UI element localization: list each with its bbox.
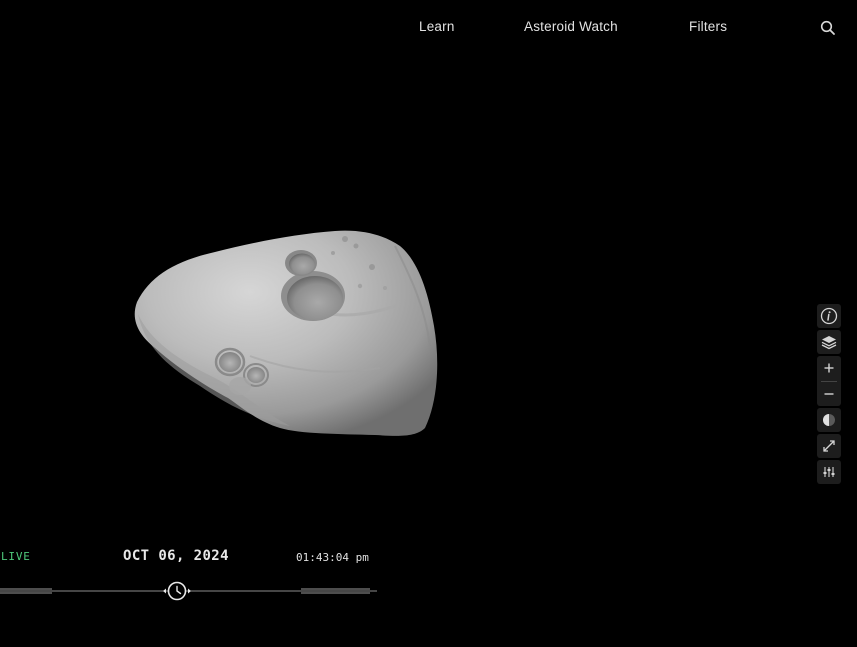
nav-filters[interactable]: Filters xyxy=(689,19,727,34)
info-button[interactable] xyxy=(817,304,841,328)
fullscreen-icon xyxy=(823,440,835,452)
lighting-button[interactable] xyxy=(817,408,841,432)
zoom-out-icon xyxy=(824,393,834,395)
time-display: 01:43:04 pm xyxy=(296,551,369,564)
nav-asteroid-watch[interactable]: Asteroid Watch xyxy=(524,19,618,34)
settings-sliders-icon xyxy=(823,467,835,477)
zoom-controls xyxy=(817,356,841,406)
search-icon xyxy=(820,20,835,35)
zoom-in-icon xyxy=(824,363,834,373)
zoom-in-button[interactable] xyxy=(817,356,841,380)
nav-learn[interactable]: Learn xyxy=(419,19,455,34)
layers-icon xyxy=(821,336,837,350)
info-icon xyxy=(820,307,838,325)
live-button[interactable]: LIVE xyxy=(1,550,31,563)
eyes-on-asteroids-app: Learn Asteroid Watch Filters LIVE OCT 06… xyxy=(0,0,857,647)
date-display: OCT 06, 2024 xyxy=(123,548,229,564)
zoom-out-button[interactable] xyxy=(817,382,841,406)
layers-button[interactable] xyxy=(817,330,841,354)
top-navigation: Learn Asteroid Watch Filters xyxy=(0,0,857,56)
settings-button[interactable] xyxy=(817,460,841,484)
asteroid-model[interactable] xyxy=(0,56,800,526)
fullscreen-button[interactable] xyxy=(817,434,841,458)
time-controls: LIVE OCT 06, 2024 01:43:04 pm xyxy=(0,540,400,610)
search-button[interactable] xyxy=(819,19,837,37)
time-slider[interactable] xyxy=(0,578,380,604)
3d-viewport[interactable] xyxy=(0,56,800,526)
contrast-icon xyxy=(823,414,835,426)
